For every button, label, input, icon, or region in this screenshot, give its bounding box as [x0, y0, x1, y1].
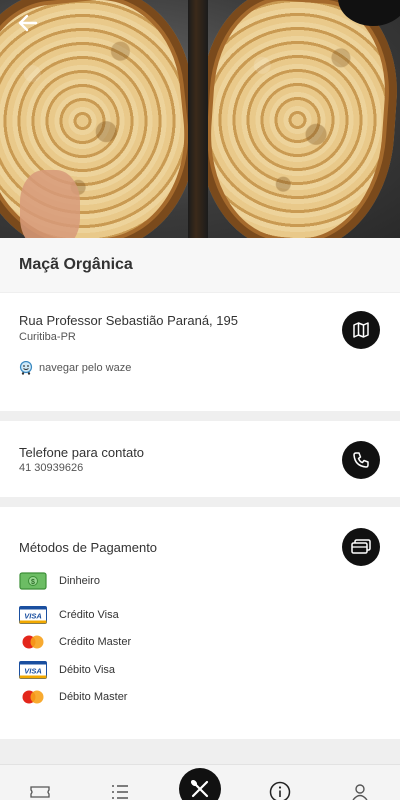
map-icon [353, 322, 369, 338]
payment-card: Métodos de Pagamento $ Dinheiro VISA Cré… [0, 507, 400, 739]
address-city: Curitiba-PR [19, 331, 76, 343]
waze-link[interactable]: navegar pelo waze [19, 361, 131, 375]
ticket-icon [30, 786, 50, 798]
phone-button[interactable] [342, 441, 380, 479]
cutlery-icon [190, 779, 209, 798]
payment-method-debit-visa: VISA Débito Visa [19, 661, 115, 679]
title-bar: Maçã Orgânica [0, 238, 400, 292]
svg-text:VISA: VISA [24, 667, 42, 676]
hero-image [0, 0, 400, 238]
payment-method-credit-visa: VISA Crédito Visa [19, 606, 119, 624]
arrow-left-icon [18, 14, 38, 32]
mastercard-icon [19, 689, 47, 705]
bread-right-half [191, 0, 400, 238]
address-street: Rua Professor Sebastião Paraná, 195 [19, 313, 238, 328]
payment-method-debit-master: Débito Master [19, 689, 127, 705]
address-card: Rua Professor Sebastião Paraná, 195 Curi… [0, 293, 400, 411]
back-button[interactable] [14, 12, 42, 34]
nav-profile[interactable] [348, 783, 372, 800]
payment-label: Métodos de Pagamento [19, 540, 158, 555]
hand [20, 170, 80, 238]
contact-label: Telefone para contato [19, 445, 145, 460]
payment-method-label: Crédito Visa [59, 609, 119, 621]
payment-card-icon [351, 539, 371, 554]
cash-icon: $ [19, 572, 47, 590]
waze-icon [19, 361, 33, 375]
payment-method-label: Crédito Master [59, 636, 132, 648]
nav-ticket[interactable] [28, 783, 52, 800]
map-button[interactable] [342, 311, 380, 349]
payment-method-label: Débito Master [59, 691, 128, 703]
page-title: Maçã Orgânica [19, 256, 133, 273]
nav-info[interactable] [268, 781, 292, 800]
bread-split [188, 0, 208, 238]
payment-method-label: Dinheiro [59, 575, 100, 587]
info-icon [269, 781, 291, 800]
payment-button[interactable] [342, 528, 380, 566]
svg-text:VISA: VISA [24, 612, 42, 621]
visa-icon: VISA [19, 661, 47, 679]
mastercard-icon [19, 634, 47, 650]
svg-text:$: $ [31, 579, 35, 586]
user-icon [352, 784, 368, 800]
visa-icon: VISA [19, 606, 47, 624]
nav-list[interactable] [108, 783, 132, 800]
contact-card: Telefone para contato 41 30939626 [0, 421, 400, 497]
payment-method-credit-master: Crédito Master [19, 634, 131, 650]
list-icon [112, 785, 128, 799]
contact-phone: 41 30939626 [19, 462, 84, 474]
payment-method-label: Débito Visa [59, 664, 116, 676]
payment-method-cash: $ Dinheiro [19, 572, 100, 590]
phone-icon [353, 452, 369, 468]
waze-label: navegar pelo waze [39, 362, 132, 374]
